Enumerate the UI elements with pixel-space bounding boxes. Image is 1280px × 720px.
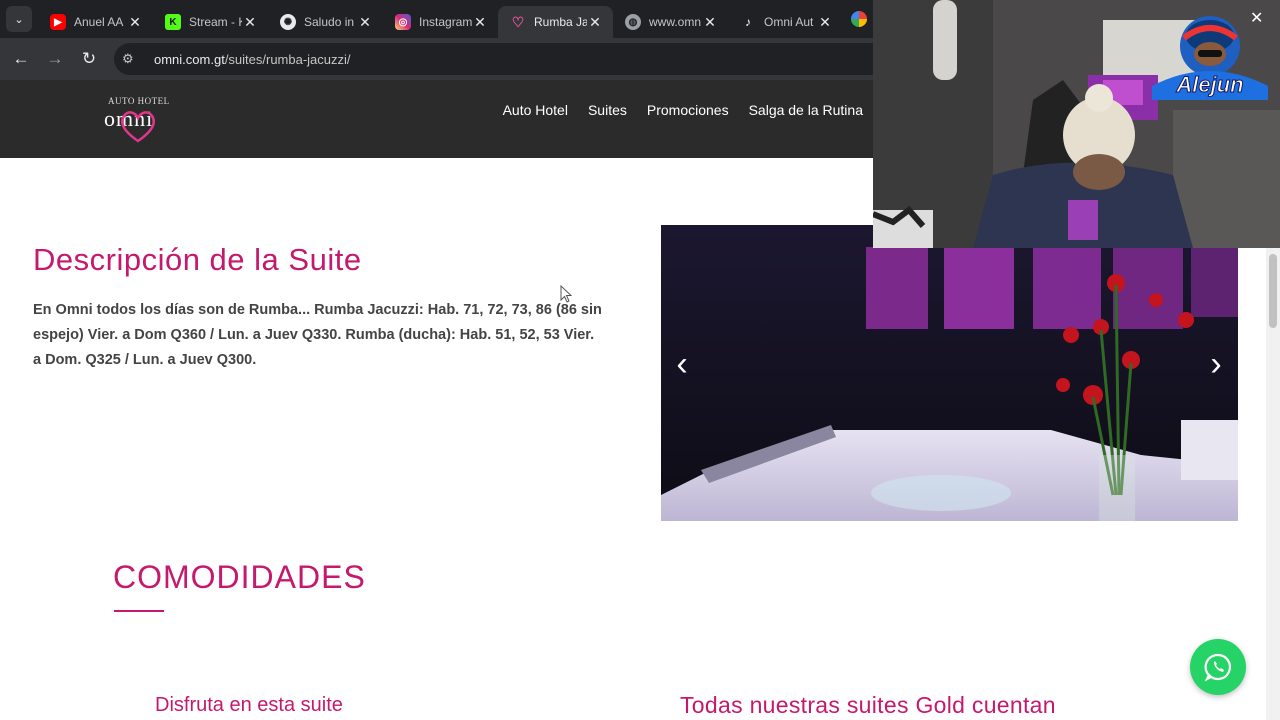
close-tab-icon[interactable]: ✕ [587, 14, 603, 31]
suite-description-text: En Omni todos los días son de Rumba... R… [33, 302, 602, 368]
browser-tab-active[interactable]: ♡ Rumba Ja ✕ [498, 6, 613, 38]
omni-logo[interactable]: AUTO HOTEL omni [102, 94, 176, 146]
reload-icon[interactable]: ↻ [72, 42, 106, 76]
globe-icon: ◍ [625, 14, 641, 30]
back-arrow-icon[interactable]: ← [4, 42, 38, 76]
browser-tab-strip: ⌄ ▶ Anuel AA ✕ K Stream - K ✕ ✺ Saludo i… [0, 0, 873, 38]
browser-tab[interactable]: ✺ Saludo in ✕ [268, 6, 383, 38]
amenities-underline [114, 610, 164, 612]
page-scrollbar[interactable] [1266, 248, 1280, 720]
url-host: omni.com.gt [154, 51, 225, 67]
close-tab-icon[interactable]: ✕ [817, 14, 833, 31]
site-settings-icon[interactable]: ⚙ [122, 51, 138, 67]
nav-salga-de-la-rutina[interactable]: Salga de la Rutina [749, 100, 863, 120]
omni-heart-icon: ♡ [511, 13, 525, 30]
close-tab-icon[interactable]: ✕ [472, 14, 488, 31]
slider-prev-arrow[interactable]: ‹ [670, 345, 694, 384]
suite-description-title: Descripción de la Suite [33, 242, 362, 277]
whatsapp-chat-button[interactable] [1190, 639, 1246, 695]
tiktok-icon: ♪ [745, 15, 751, 29]
suite-image-slider[interactable]: ‹ › [661, 225, 1238, 521]
site-nav: Auto Hotel Suites Promociones Salga de l… [503, 100, 863, 120]
amenities-title: COMODIDADES [113, 559, 366, 595]
url-path: /suites/rumba-jacuzzi/ [224, 51, 351, 67]
forward-arrow-icon[interactable]: → [38, 42, 72, 76]
browser-tab[interactable]: ♪ Omni Aut ✕ [728, 6, 843, 38]
nav-promociones[interactable]: Promociones [647, 100, 729, 120]
address-bar[interactable]: ⚙ omni.com.gt/suites/rumba-jacuzzi/ [114, 43, 874, 75]
scrollbar-thumb[interactable] [1269, 254, 1277, 328]
tab-title: Stream - K [189, 15, 242, 29]
browser-tab[interactable]: ◎ Instagram ✕ [383, 6, 498, 38]
browser-tab[interactable]: ▶ Anuel AA ✕ [38, 6, 153, 38]
mouse-cursor-icon [560, 285, 572, 303]
close-tab-icon[interactable]: ✕ [127, 14, 143, 31]
suite-photo [661, 225, 1238, 521]
instagram-icon: ◎ [395, 14, 411, 30]
amenities-subtitle-right: Todas nuestras suites Gold cuentan [680, 692, 1056, 718]
close-tab-icon[interactable]: ✕ [242, 14, 258, 31]
url-text[interactable]: omni.com.gt/suites/rumba-jacuzzi/ [154, 52, 351, 67]
tab-title: www.omn [649, 15, 702, 29]
whatsapp-icon [1204, 653, 1232, 682]
logo-tagline: AUTO HOTEL [108, 96, 170, 106]
tab-title: Instagram [419, 15, 472, 29]
tab-title: Omni Aut [764, 15, 814, 29]
site-header: AUTO HOTEL omni Auto Hotel Suites Promoc… [0, 80, 873, 158]
tab-title: Rumba Ja [534, 15, 587, 29]
tab-title: Anuel AA [74, 15, 124, 29]
tab-search-button[interactable]: ⌄ [6, 6, 32, 32]
slider-next-arrow[interactable]: › [1204, 345, 1228, 384]
alejun-logo-text: Alejun [1175, 72, 1243, 97]
screen: ⌄ ▶ Anuel AA ✕ K Stream - K ✕ ✺ Saludo i… [0, 0, 1280, 720]
browser-tab[interactable]: ◍ www.omn ✕ [613, 6, 728, 38]
close-icon[interactable]: ✕ [1250, 8, 1263, 28]
nav-auto-hotel[interactable]: Auto Hotel [503, 100, 568, 120]
browser-tab[interactable]: K Stream - K ✕ [153, 6, 268, 38]
youtube-icon: ▶ [50, 14, 66, 30]
kick-icon: K [165, 14, 181, 30]
close-tab-icon[interactable]: ✕ [357, 14, 373, 31]
tab-title: Saludo in [304, 15, 355, 29]
streamer-webcam-overlay: Alejun [873, 0, 1280, 248]
openai-icon: ✺ [280, 14, 296, 30]
google-icon[interactable] [851, 11, 867, 27]
browser-toolbar: ← → ↻ ⚙ omni.com.gt/suites/rumba-jacuzzi… [0, 38, 874, 80]
heart-logo-icon [121, 111, 155, 143]
close-tab-icon[interactable]: ✕ [702, 14, 718, 31]
amenities-subtitle-left: Disfruta en esta suite [155, 694, 343, 716]
nav-suites[interactable]: Suites [588, 100, 627, 120]
